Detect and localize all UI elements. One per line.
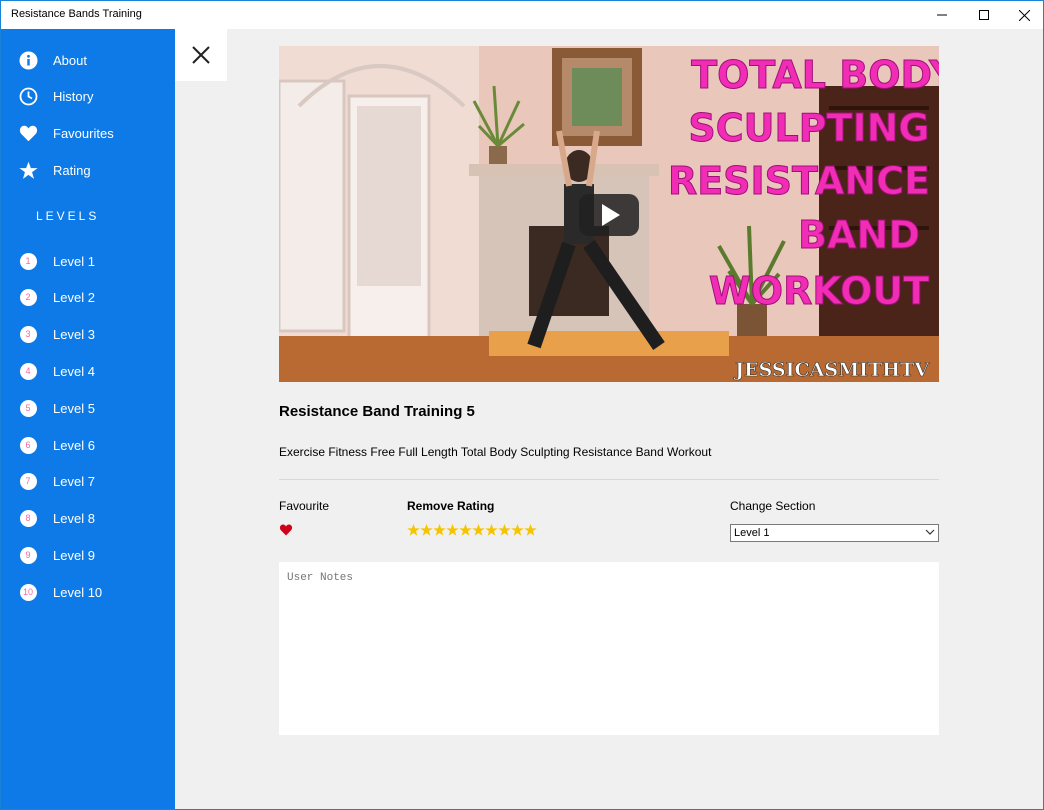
clock-icon [18,86,38,106]
sidebar-item-label: About [53,52,87,68]
section-select[interactable]: Level 1 [730,524,939,542]
close-icon [192,46,210,64]
divider [279,479,939,480]
sidebar-item-label: Level 5 [53,400,95,416]
sidebar-item-label: Favourites [53,125,114,141]
rating-star-icon[interactable] [407,523,420,537]
level-number-icon: 1 [19,252,37,270]
video-overlay-line: RESISTANCE [668,159,930,203]
sidebar: About History Favourites Rating LEVELS 1… [1,29,175,809]
rating-star-icon[interactable] [433,523,446,537]
sidebar-item-level-2[interactable]: 2 Level 2 [1,282,175,312]
close-icon [1018,9,1030,21]
sidebar-item-about[interactable]: About [1,45,175,75]
video-title: Resistance Band Training 5 [279,403,475,420]
sidebar-item-level-7[interactable]: 7 Level 7 [1,466,175,496]
sidebar-item-label: Rating [53,162,91,178]
sidebar-item-level-8[interactable]: 8 Level 8 [1,503,175,533]
sidebar-item-level-6[interactable]: 6 Level 6 [1,430,175,460]
rating-star-icon[interactable] [524,523,537,537]
rating-star-icon[interactable] [485,523,498,537]
level-number-icon: 6 [19,436,37,454]
level-number-icon: 5 [19,399,37,417]
sidebar-item-level-9[interactable]: 9 Level 9 [1,540,175,570]
video-overlay-line: TOTAL BODY [691,53,939,97]
sidebar-item-label: Level 7 [53,473,95,489]
sidebar-item-label: Level 10 [53,584,103,600]
sidebar-item-label: Level 2 [53,289,95,305]
section-select-value: Level 1 [734,527,770,539]
play-icon [579,194,639,236]
sidebar-item-label: Level 6 [53,437,95,453]
sidebar-item-rating[interactable]: Rating [1,155,175,185]
sidebar-item-level-10[interactable]: 10 Level 10 [1,577,175,607]
video-player[interactable]: TOTAL BODY SCULPTING RESISTANCE BAND WOR… [279,46,939,382]
sidebar-item-label: Level 8 [53,510,95,526]
video-overlay-line: BAND [798,213,920,257]
sidebar-item-level-1[interactable]: 1 Level 1 [1,246,175,276]
level-number-icon: 3 [19,325,37,343]
favourite-heart-icon[interactable] [279,523,293,541]
info-icon [18,50,38,70]
close-window-button[interactable] [1001,1,1043,29]
heart-icon [18,123,38,143]
app-window: Resistance Bands Training About History [0,0,1044,810]
user-notes-input[interactable] [279,562,939,735]
levels-heading: LEVELS [36,209,100,223]
favourite-label: Favourite [279,499,330,513]
sidebar-item-label: Level 3 [53,326,95,342]
level-number-icon: 10 [19,583,37,601]
rating-star-icon[interactable] [459,523,472,537]
rating-star-icon[interactable] [511,523,524,537]
remove-rating-button[interactable]: Remove Rating [407,499,494,513]
video-thumbnail: TOTAL BODY SCULPTING RESISTANCE BAND WOR… [279,46,939,382]
minimize-icon [937,14,947,16]
sidebar-item-label: History [53,88,94,104]
level-number-icon: 8 [19,509,37,527]
rating-stars[interactable] [407,523,537,537]
video-channel-watermark: JESSICASMITHTV [733,359,930,381]
sidebar-item-favourites[interactable]: Favourites [1,118,175,148]
rating-star-icon[interactable] [472,523,485,537]
sidebar-item-history[interactable]: History [1,81,175,111]
rating-star-icon[interactable] [420,523,433,537]
sidebar-item-label: Level 4 [53,363,95,379]
change-section-label: Change Section [730,499,816,513]
chevron-down-icon [925,529,935,535]
title-bar: Resistance Bands Training [1,1,1043,29]
level-number-icon: 7 [19,472,37,490]
star-icon [18,160,38,180]
level-number-icon: 2 [19,288,37,306]
rating-star-icon[interactable] [498,523,511,537]
sidebar-item-label: Level 1 [53,253,95,269]
level-number-icon: 9 [19,546,37,564]
sidebar-item-level-4[interactable]: 4 Level 4 [1,356,175,386]
minimize-button[interactable] [919,1,965,29]
rating-star-icon[interactable] [446,523,459,537]
maximize-icon [979,10,989,20]
sidebar-item-level-3[interactable]: 3 Level 3 [1,319,175,349]
close-panel-button[interactable] [175,29,227,81]
level-number-icon: 4 [19,362,37,380]
sidebar-item-label: Level 9 [53,547,95,563]
window-title: Resistance Bands Training [11,8,142,20]
video-overlay-line: SCULPTING [688,106,929,150]
video-overlay-line: WORKOUT [709,269,929,313]
video-description: Exercise Fitness Free Full Length Total … [279,445,712,459]
sidebar-item-level-5[interactable]: 5 Level 5 [1,393,175,423]
